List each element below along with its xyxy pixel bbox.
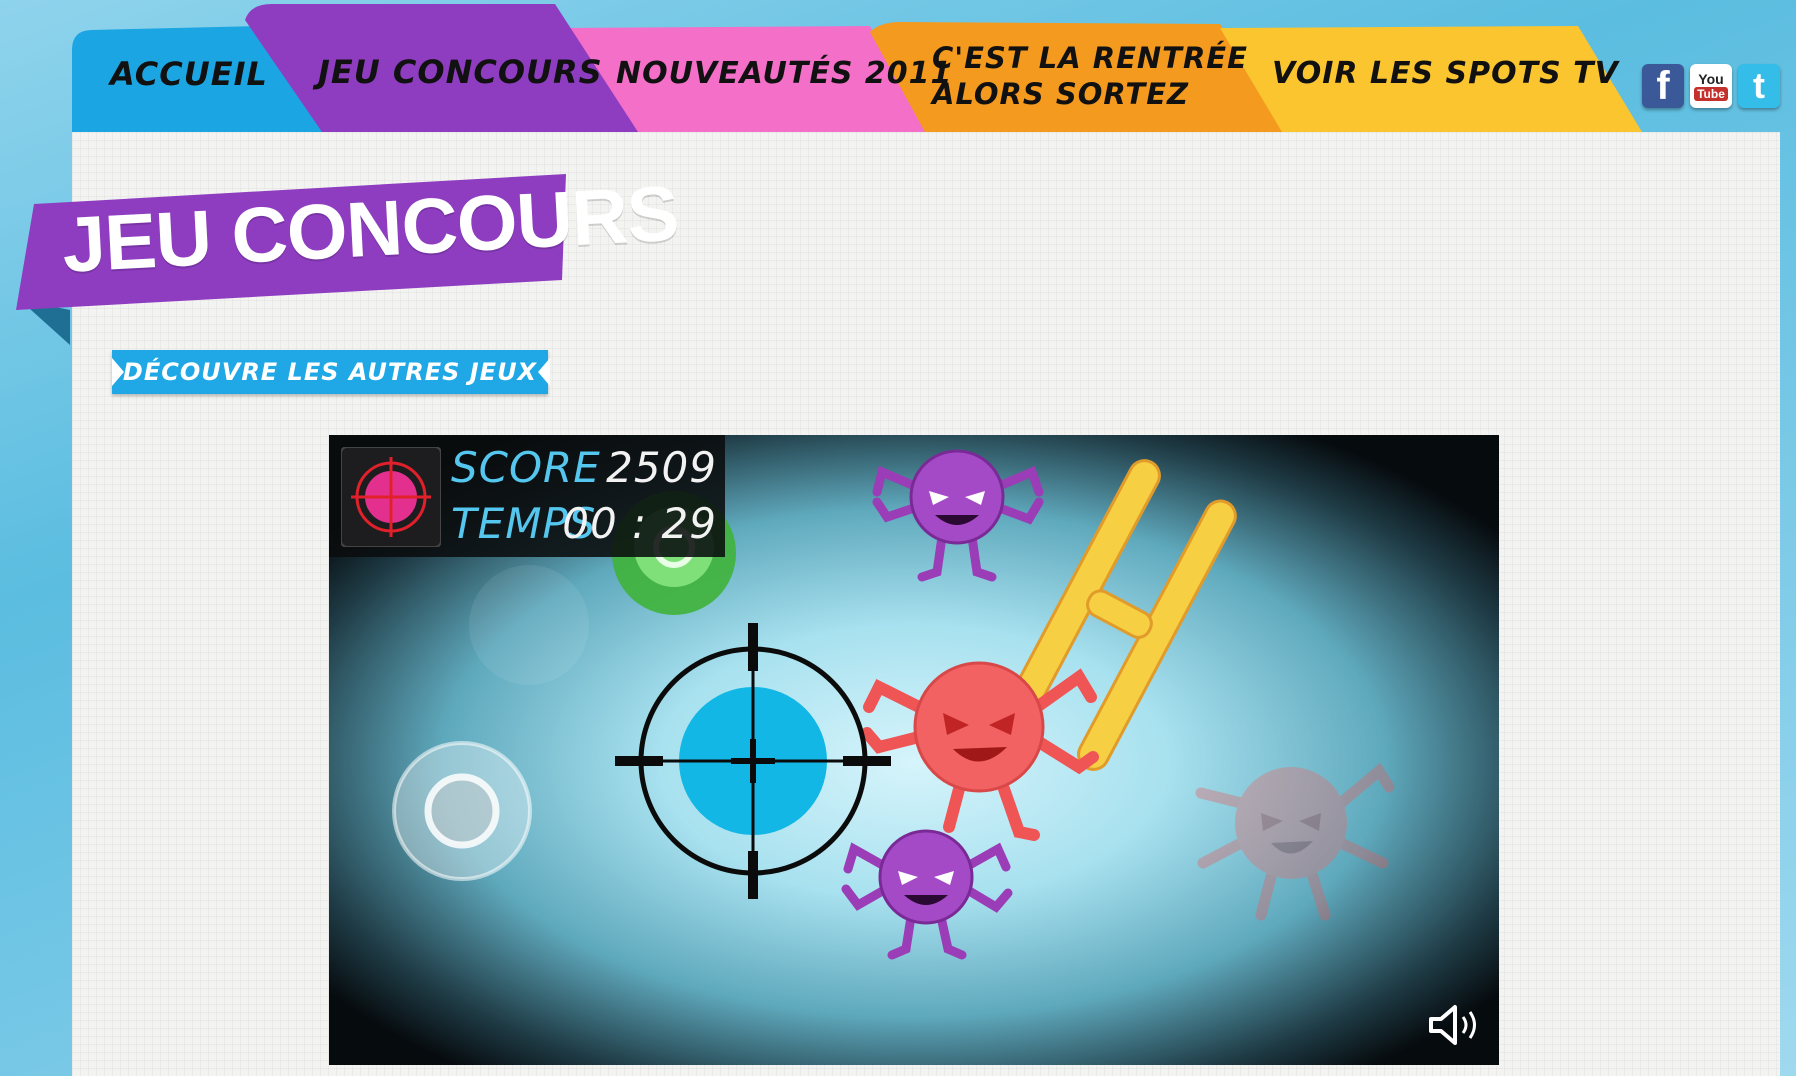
speaker-icon[interactable] [1427,1003,1483,1047]
chevron-right-icon [112,358,124,386]
tab-accueil[interactable]: ACCUEIL [110,56,268,92]
red-virus-enemy [861,661,1099,841]
facebook-glyph: f [1656,63,1670,108]
faded-red-virus-enemy [1195,762,1395,921]
youtube-icon[interactable]: You Tube [1690,64,1732,108]
facebook-icon[interactable]: f [1642,64,1684,108]
purple-virus-enemy-2 [841,829,1013,960]
tab-rentree[interactable]: C'EST LA RENTRÉE ALORS SORTEZ [932,40,1248,112]
joystick-control [392,741,532,881]
games-btn-arrows [112,358,550,386]
purple-virus-enemy [872,449,1044,582]
youtube-line1: You [1698,70,1724,87]
tab-rentree-line1: C'EST LA RENTRÉE [932,41,1248,75]
twitter-icon[interactable]: t [1738,64,1780,108]
score-hud: SCORE 2509 TEMPS 00 : 29 [329,435,725,557]
chevron-left-icon [538,358,550,386]
twitter-glyph: t [1753,65,1765,106]
tab-jeu-concours[interactable]: JEU CONCOURS [318,54,603,90]
game-canvas[interactable]: SCORE 2509 TEMPS 00 : 29 [329,435,1499,1065]
tab-rentree-line2: ALORS SORTEZ [932,77,1190,111]
youtube-line2: Tube [1694,86,1728,101]
page: ACCUEIL JEU CONCOURS NOUVEAUTÉS 2011 C'E… [0,0,1796,1076]
tab-voir-spots-tv[interactable]: VOIR LES SPOTS TV [1272,56,1619,92]
score-value: 2509 [606,443,717,492]
faint-cell [469,565,589,685]
tab-nouveautes-2011[interactable]: NOUVEAUTÉS 2011 [616,56,952,92]
score-label: SCORE [451,443,601,492]
target-virus-icon [341,447,441,547]
time-value: 00 : 29 [562,499,717,548]
